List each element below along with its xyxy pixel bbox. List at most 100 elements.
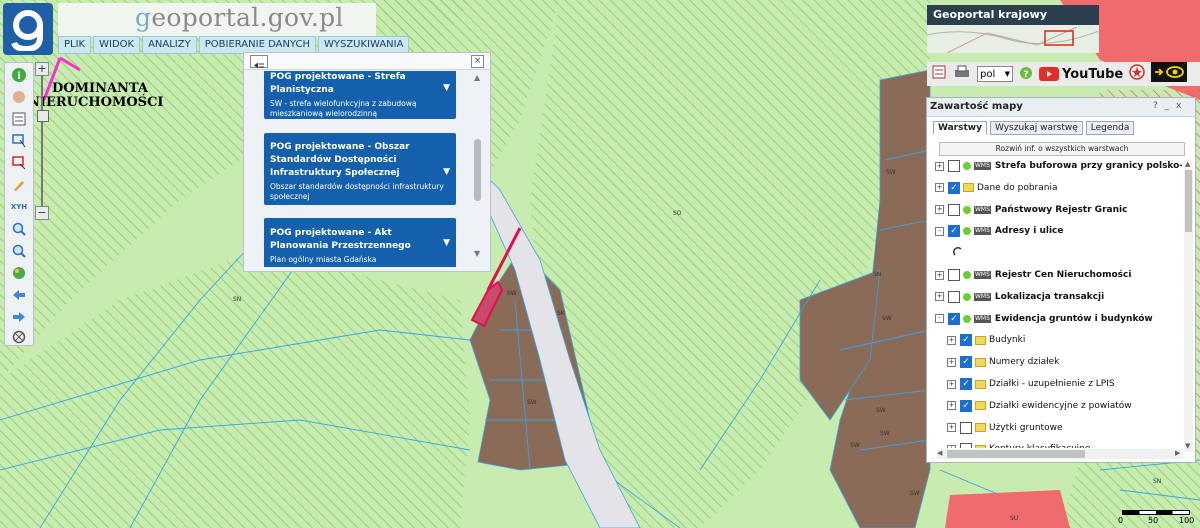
scroll-down-icon[interactable]: ▼ [474, 249, 480, 258]
layer-row[interactable]: + Użytki gruntowe [947, 420, 1063, 436]
expand-icon[interactable]: + [947, 335, 956, 345]
panel-window-controls[interactable]: ? _ x [1153, 101, 1183, 111]
scroll-down-icon[interactable]: ▼ [1185, 442, 1190, 450]
layer-row[interactable]: + WMS Lokalizacja transakcji [935, 289, 1104, 305]
layer-row[interactable]: + ✓ Działki ewidencyjne z powiatów [947, 398, 1132, 414]
expand-icon[interactable]: + [947, 444, 956, 448]
card-desc: SW - strefa wielofunkcyjna z zabudową mi… [270, 99, 417, 118]
zoom-minus-button[interactable]: − [35, 206, 49, 220]
tab-legenda[interactable]: Legenda [1085, 121, 1135, 135]
layer-row[interactable]: + ✓ Budynki [947, 332, 1025, 348]
layer-checkbox[interactable] [960, 421, 972, 434]
layers-horizontal-scrollbar[interactable]: ◀ ▶ [937, 449, 1183, 459]
folder-icon [975, 379, 986, 389]
layer-row[interactable]: - ✓ WMS Adresy i ulice [935, 223, 1063, 239]
layer-checkbox[interactable]: ✓ [948, 181, 960, 194]
layer-label: Użytki gruntowe [989, 422, 1063, 433]
map-label-sw7: SW [910, 490, 920, 497]
layer-row[interactable]: + WMS Rejestr Cen Nieruchomości [935, 267, 1131, 283]
zoom-handle[interactable] [37, 110, 49, 122]
scroll-up-icon[interactable]: ▲ [1185, 160, 1190, 168]
expand-icon[interactable]: + [935, 183, 944, 193]
compass-icon[interactable] [10, 329, 28, 345]
layer-checkbox[interactable]: ✓ [948, 312, 960, 325]
expand-icon[interactable]: + [935, 205, 944, 215]
popup-close-icon[interactable]: × [471, 55, 484, 68]
layer-row[interactable]: + WMS Państwowy Rejestr Granic [935, 202, 1127, 218]
menu-widok[interactable]: WIDOK [93, 36, 141, 54]
layer-row[interactable] [947, 245, 963, 261]
printer-icon[interactable] [953, 64, 971, 84]
expand-icon[interactable]: + [935, 292, 944, 302]
menu-plik[interactable]: PLIK [58, 36, 92, 54]
expand-all-layers-button[interactable]: Rozwiń inf. o wszystkich warstwach [939, 142, 1185, 156]
zoom-slider[interactable]: + − [35, 62, 49, 220]
layer-checkbox[interactable]: ✓ [960, 356, 972, 369]
draw-pencil-icon[interactable] [10, 177, 28, 193]
scroll-up-icon[interactable]: ▲ [474, 73, 480, 82]
geoportal-logo[interactable] [3, 3, 53, 55]
layer-checkbox[interactable] [948, 203, 960, 216]
select-icon[interactable] [10, 133, 28, 149]
expand-arrow-icon[interactable]: ▼ [443, 167, 450, 177]
logo-g-icon [11, 10, 43, 51]
layer-checkbox[interactable]: ✓ [960, 378, 972, 390]
layer-checkbox[interactable]: ✓ [960, 334, 972, 347]
popup-card-standardy[interactable]: POG projektowane - Obszar Standardów Dos… [264, 133, 456, 205]
layer-row[interactable]: + WMSStrefa buforowa przy granicy polsko-… [935, 158, 1182, 174]
popup-scrollbar[interactable]: ▲ ▼ [472, 73, 484, 259]
layer-row[interactable]: - ✓ WMS Ewidencja gruntów i budynków [935, 311, 1153, 327]
panel-header: Zawartość mapy ? _ x [927, 98, 1195, 117]
tab-warstwy[interactable]: Warstwy [933, 121, 987, 135]
legend-icon[interactable] [10, 111, 28, 127]
scroll-right-icon[interactable]: ▶ [1175, 449, 1180, 457]
zoom-plus-button[interactable]: + [35, 62, 49, 76]
expand-icon[interactable]: + [935, 270, 944, 280]
expand-icon[interactable]: + [947, 423, 956, 433]
layer-status-dot-icon [963, 314, 971, 323]
zoom-out-icon[interactable] [10, 243, 28, 259]
layer-row[interactable]: + ✓ Dane do pobrania [935, 180, 1058, 196]
menu-analizy[interactable]: ANALIZY [142, 36, 197, 54]
expand-icon[interactable]: + [947, 379, 956, 389]
expand-icon[interactable]: + [947, 357, 956, 367]
expand-arrow-icon[interactable]: ▼ [443, 238, 450, 248]
language-select[interactable]: pol ▼ [977, 66, 1013, 82]
popup-card-akt[interactable]: POG projektowane - Akt Planowania Przest… [264, 218, 456, 267]
clear-selection-icon[interactable] [10, 155, 28, 171]
previous-view-icon[interactable] [10, 287, 28, 303]
layer-checkbox[interactable] [948, 160, 960, 172]
expand-icon[interactable]: + [947, 401, 956, 411]
layer-row[interactable]: + Kontury klasyfikacyjne [947, 441, 1090, 448]
layer-checkbox[interactable]: ✓ [948, 225, 960, 238]
info-icon[interactable]: i [10, 67, 28, 83]
accessibility-eye-icon[interactable] [1151, 62, 1188, 86]
layer-checkbox[interactable] [948, 290, 960, 303]
next-view-icon[interactable] [10, 309, 28, 325]
full-extent-icon[interactable] [10, 265, 28, 281]
pan-icon[interactable] [10, 89, 28, 105]
layers-vertical-scrollbar[interactable]: ▲ ▼ [1184, 160, 1193, 452]
layer-row[interactable]: + ✓ Działki - uzupełnienie z LPIS [947, 376, 1115, 392]
layers-scroll-thumb[interactable] [1185, 170, 1192, 232]
settings-star-icon[interactable] [1129, 64, 1145, 84]
layer-row[interactable]: + ✓ Numery działek [947, 354, 1059, 370]
layer-checkbox[interactable] [948, 269, 960, 281]
layers-hscroll-thumb[interactable] [947, 450, 1085, 458]
xyz-coordinates-icon[interactable]: XYH [10, 199, 28, 215]
collapse-icon[interactable]: - [935, 314, 944, 324]
popup-card-strefa[interactable]: POG projektowane - Strefa Planistyczna S… [264, 71, 456, 119]
popup-scroll-thumb[interactable] [474, 139, 481, 201]
layer-checkbox[interactable]: ✓ [960, 399, 972, 412]
collapse-icon[interactable]: - [935, 226, 944, 236]
expand-arrow-icon[interactable]: ▼ [443, 83, 450, 93]
popup-back-icon[interactable] [250, 55, 268, 69]
zoom-in-icon[interactable] [10, 221, 28, 237]
expand-icon[interactable]: + [935, 161, 944, 171]
layer-checkbox[interactable] [960, 443, 972, 448]
print-list-icon[interactable] [931, 64, 947, 84]
tab-wyszukaj-warstwe[interactable]: Wyszukaj warstwę [989, 121, 1083, 135]
youtube-link[interactable]: YouTube [1039, 67, 1123, 82]
help-icon[interactable]: ? [1019, 65, 1033, 84]
scroll-left-icon[interactable]: ◀ [937, 449, 942, 457]
